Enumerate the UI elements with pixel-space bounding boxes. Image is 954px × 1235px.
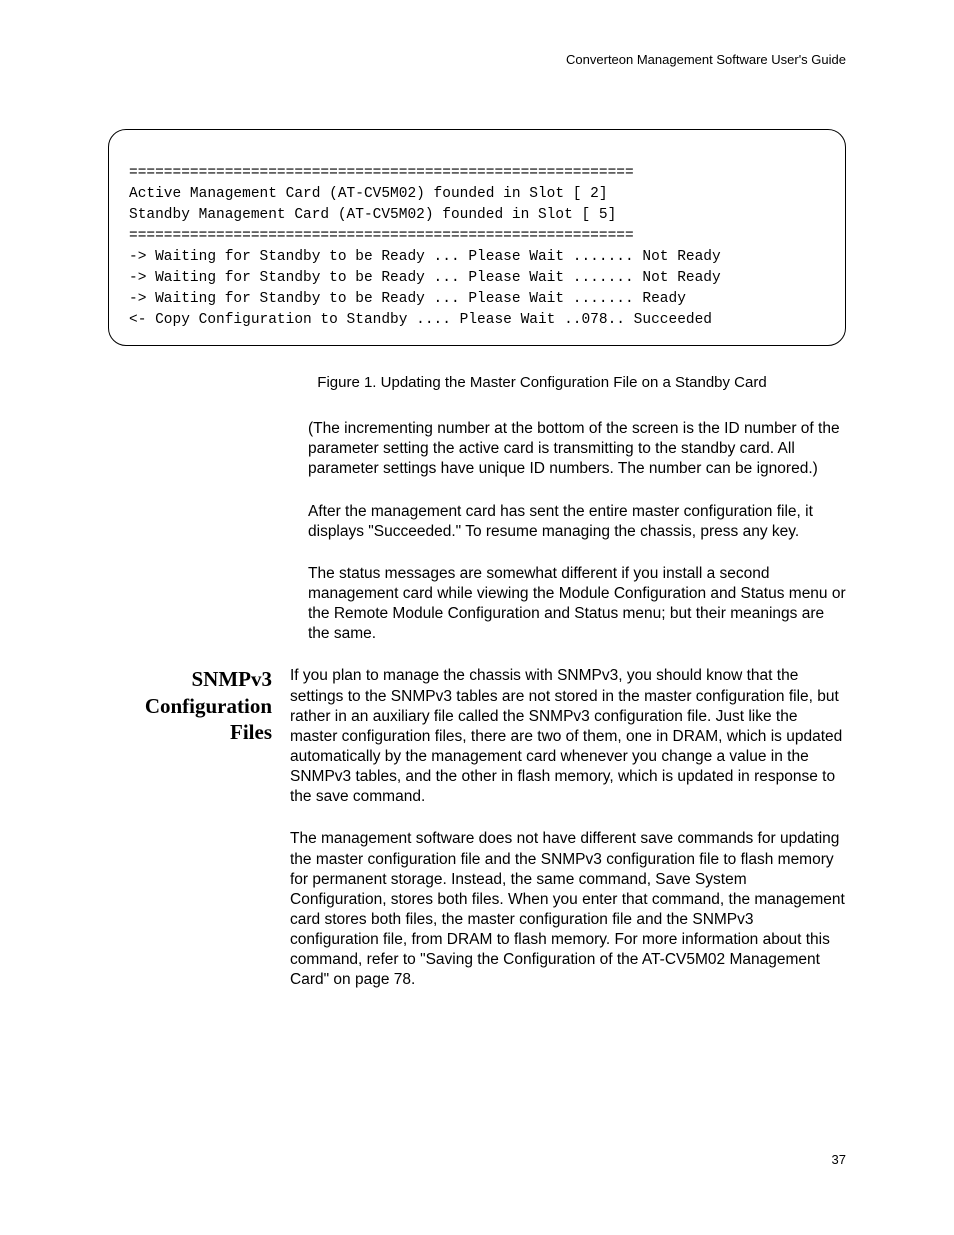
section-snmpv3: SNMPv3 Configuration Files If you plan t… [108, 666, 846, 1012]
heading-line: Files [108, 719, 272, 745]
body-paragraph: After the management card has sent the e… [308, 502, 846, 542]
section-heading: SNMPv3 Configuration Files [108, 666, 290, 1012]
body-paragraph: (The incrementing number at the bottom o… [308, 419, 846, 479]
terminal-line: <- Copy Configuration to Standby .... Pl… [129, 312, 712, 328]
terminal-output: ========================================… [108, 129, 846, 346]
terminal-line: Active Management Card (AT-CV5M02) found… [129, 186, 608, 202]
terminal-line: -> Waiting for Standby to be Ready ... P… [129, 270, 721, 286]
body-paragraph: The status messages are somewhat differe… [308, 564, 846, 645]
page-number: 37 [832, 1152, 846, 1167]
figure-caption: Figure 1. Updating the Master Configurat… [238, 374, 846, 391]
terminal-line: -> Waiting for Standby to be Ready ... P… [129, 291, 686, 307]
section-body: If you plan to manage the chassis with S… [290, 666, 846, 1012]
terminal-line: ========================================… [129, 165, 634, 181]
body-paragraph: The management software does not have di… [290, 829, 846, 990]
terminal-line: -> Waiting for Standby to be Ready ... P… [129, 249, 721, 265]
terminal-line: Standby Management Card (AT-CV5M02) foun… [129, 207, 616, 223]
page-header: Converteon Management Software User's Gu… [108, 52, 846, 67]
body-paragraph: If you plan to manage the chassis with S… [290, 666, 846, 807]
heading-line: Configuration [108, 693, 272, 719]
terminal-line: ========================================… [129, 228, 634, 244]
heading-line: SNMPv3 [108, 666, 272, 692]
